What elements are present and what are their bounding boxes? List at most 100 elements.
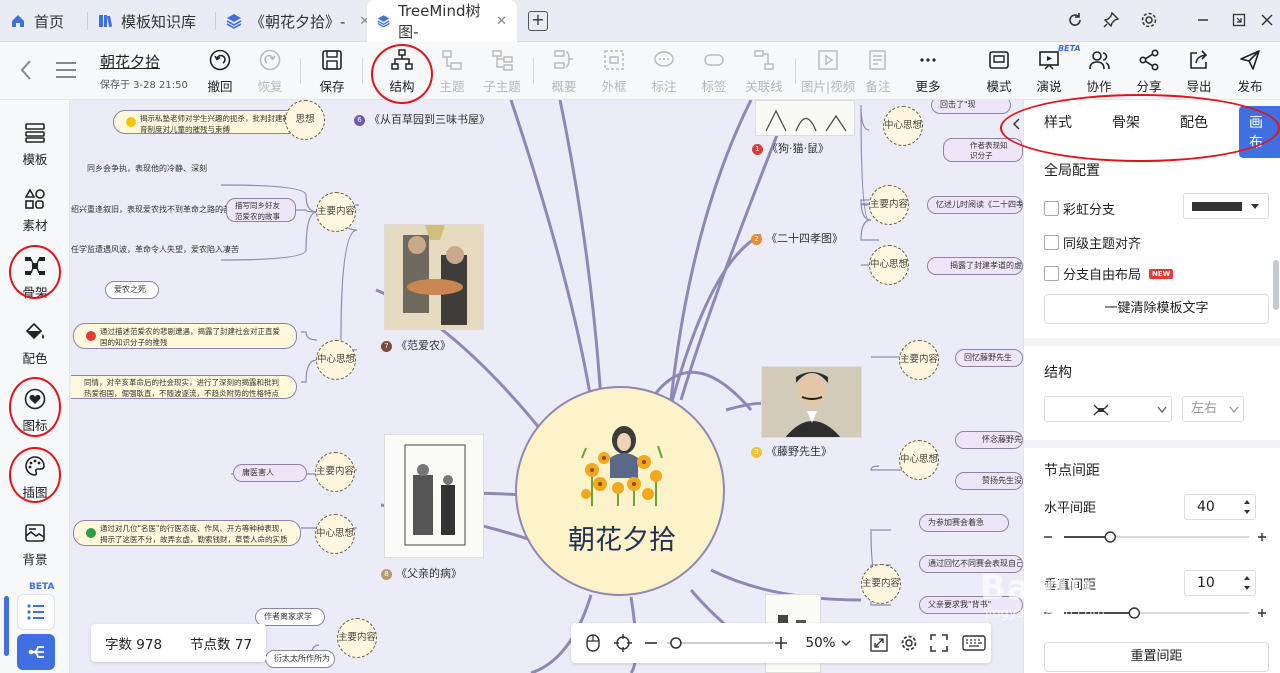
sidebar-item-skeleton[interactable]: 骨架 xyxy=(0,253,70,301)
sidebar-item-illustration[interactable]: 插图 xyxy=(0,453,70,501)
new-tab-button[interactable]: + xyxy=(528,11,548,31)
h-spacing-input[interactable]: 40 xyxy=(1184,494,1256,520)
chevron-left-icon[interactable] xyxy=(1012,118,1022,130)
align-siblings-checkbox[interactable]: 同级主题对齐 xyxy=(1044,233,1141,252)
leaf-node[interactable]: 通过对几位"名医"的行医态度、作风、开方等种种表现，揭示了这医不分，故弄玄虚，勒… xyxy=(73,520,301,546)
share-button[interactable]: 分享 xyxy=(1127,46,1171,96)
free-layout-checkbox[interactable]: 分支自由布局 NEW xyxy=(1044,264,1174,283)
minimize-icon[interactable] xyxy=(1192,9,1214,31)
topic-circle[interactable]: 主要内容 xyxy=(337,618,377,658)
zoom-out-icon[interactable] xyxy=(643,633,659,653)
more-button[interactable]: 更多 xyxy=(906,46,950,96)
topic-circle[interactable]: 主要内容 xyxy=(316,192,356,232)
sidebar-item-icon[interactable]: 图标 xyxy=(0,386,70,434)
frame-button[interactable]: 外框 xyxy=(592,46,636,96)
tab-color[interactable]: 配色 xyxy=(1180,112,1208,132)
topic-circle[interactable]: 主要内容 xyxy=(315,452,355,492)
tab-home[interactable]: 首页 xyxy=(10,0,64,42)
branch-label[interactable]: 8 《父亲的病》 xyxy=(381,565,462,581)
tab-template-library[interactable]: 模板知识库 xyxy=(97,0,196,42)
leaf-node[interactable]: 描写同乡好友范爱农的故事 xyxy=(226,198,296,222)
sidebar-item-material[interactable]: 素材 xyxy=(0,186,70,234)
central-topic[interactable]: 朝花夕拾 xyxy=(515,386,725,596)
topic-circle[interactable]: 中心思想 xyxy=(869,245,909,285)
present-button[interactable]: 演说 xyxy=(1027,46,1071,96)
sidebar-item-template[interactable]: 模板 xyxy=(0,120,70,168)
pin-icon[interactable] xyxy=(1100,9,1122,31)
fit-screen-icon[interactable] xyxy=(869,633,889,653)
sidebar-scrollbar[interactable] xyxy=(4,596,9,656)
save-button[interactable]: 保存 xyxy=(310,46,354,96)
leaf-node[interactable]: 怀念藤野先生 xyxy=(955,431,1023,449)
fullscreen-icon[interactable] xyxy=(929,633,949,653)
gear-icon[interactable] xyxy=(1138,9,1160,31)
leaf-text[interactable]: 同乡会争执，表现他的冷静、深刻 xyxy=(87,163,207,174)
sidebar-item-color[interactable]: 配色 xyxy=(0,319,70,367)
stepper-icon[interactable] xyxy=(1243,574,1251,592)
leaf-node[interactable]: 揭示私塾老师对学生兴趣的扼杀，批判封建教育制度对儿童的摧残与束缚 xyxy=(113,110,307,134)
locate-icon[interactable] xyxy=(613,633,633,653)
topic-circle[interactable]: 主要内容 xyxy=(899,340,939,380)
topic-circle[interactable]: 中心思想 xyxy=(883,106,923,146)
leaf-node[interactable]: 回忆藤野先生 xyxy=(955,349,1023,367)
leaf-node[interactable]: 揭露了封建孝道的虚伪 xyxy=(927,257,1023,275)
leaf-node[interactable]: 回击了"现 xyxy=(931,100,1011,114)
topic-circle[interactable]: 中心思想 xyxy=(899,440,939,480)
outline-view-button[interactable] xyxy=(17,594,55,630)
undo-button[interactable]: 撤回 xyxy=(198,46,242,96)
clear-template-text-button[interactable]: 一键清除模板文字 xyxy=(1044,294,1269,324)
h-spacing-slider[interactable] xyxy=(1044,527,1269,547)
remark-button[interactable]: 备注 xyxy=(856,46,900,96)
tab-style[interactable]: 样式 xyxy=(1044,112,1072,132)
relation-button[interactable]: 关联线 xyxy=(742,46,786,96)
close-window-icon[interactable] xyxy=(1256,9,1278,31)
branch-label[interactable]: 2 《二十四孝图》 xyxy=(751,230,843,246)
zoom-level-select[interactable]: 50% xyxy=(805,633,851,653)
illustration-image[interactable] xyxy=(755,100,855,136)
image-video-button[interactable]: 图片|视频 xyxy=(801,46,855,96)
tab-doc-1[interactable]: 《朝花夕拾》- ✕ xyxy=(226,0,370,42)
tab-doc-active[interactable]: TreeMind树图- ✕ xyxy=(367,0,517,42)
gear-icon[interactable] xyxy=(899,633,919,653)
mode-button[interactable]: 模式 xyxy=(977,46,1021,96)
leaf-node[interactable]: 爱农之死 xyxy=(105,281,159,299)
note-button[interactable]: 标注 xyxy=(642,46,686,96)
illustration-image[interactable] xyxy=(384,434,484,558)
structure-select[interactable] xyxy=(1044,396,1172,422)
rainbow-branch-checkbox[interactable]: 彩虹分支 xyxy=(1044,199,1115,218)
mouse-icon[interactable] xyxy=(583,633,603,653)
mindmap-view-button[interactable] xyxy=(17,634,55,670)
mindmap-canvas[interactable]: 揭示私塾老师对学生兴趣的扼杀，批判封建教育制度对儿童的摧残与束缚 思想 6 《从百… xyxy=(71,100,1023,673)
branch-color-select[interactable] xyxy=(1183,193,1269,219)
reset-spacing-button[interactable]: 重置间距 xyxy=(1044,642,1269,672)
summary-button[interactable]: 概要 xyxy=(542,46,586,96)
topic-circle[interactable]: 思想 xyxy=(285,100,325,140)
leaf-node[interactable]: 为参加赛会着急 xyxy=(919,514,1009,532)
leaf-node[interactable]: 通过描述范爱农的悲剧遭遇，揭露了封建社会对正直爱国的知识分子的推残 xyxy=(73,323,297,349)
leaf-text[interactable]: 绍兴重逢叙旧，表现爱农找不到革命之路的苦闷 xyxy=(71,204,239,215)
panel-scrollbar[interactable] xyxy=(1273,260,1279,310)
restore-icon[interactable] xyxy=(1228,9,1250,31)
leaf-node[interactable]: 同情，对辛亥革命后的社会现实，进行了深刻的揭露和批判热爱祖国，倔强耿直，不随波逐… xyxy=(71,375,297,399)
leaf-node[interactable]: 衍太太所作所为 xyxy=(265,650,335,668)
subtopic-button[interactable]: 子主题 xyxy=(480,46,524,96)
branch-label[interactable]: 6 《从百草园到三味书屋》 xyxy=(354,111,490,127)
leaf-node[interactable]: 作者表现知识分子 xyxy=(943,138,1023,162)
leaf-text[interactable]: 任学监遭遇风波，革命令人失望，爱农陷入凄苦 xyxy=(71,244,239,255)
topic-button[interactable]: 主题 xyxy=(430,46,474,96)
branch-label[interactable]: 3 《藤野先生》 xyxy=(751,443,832,459)
leaf-node[interactable]: 庸医害人 xyxy=(233,464,307,482)
tab-canvas[interactable]: 画布 xyxy=(1239,106,1280,158)
zoom-slider[interactable] xyxy=(665,633,775,653)
collab-button[interactable]: 协作 xyxy=(1077,46,1121,96)
back-arrow-icon[interactable] xyxy=(18,58,34,82)
tab-skeleton[interactable]: 骨架 xyxy=(1112,112,1140,132)
direction-select[interactable]: 左右 xyxy=(1182,396,1244,422)
structure-button[interactable]: 结构 xyxy=(380,46,424,96)
illustration-image[interactable] xyxy=(761,366,862,438)
doc-title[interactable]: 朝花夕拾 xyxy=(100,51,160,72)
zoom-in-icon[interactable] xyxy=(773,633,789,653)
publish-button[interactable]: 发布 xyxy=(1228,46,1272,96)
leaf-node[interactable]: 赞扬先生没 xyxy=(955,472,1023,490)
refresh-icon[interactable] xyxy=(1064,9,1086,31)
